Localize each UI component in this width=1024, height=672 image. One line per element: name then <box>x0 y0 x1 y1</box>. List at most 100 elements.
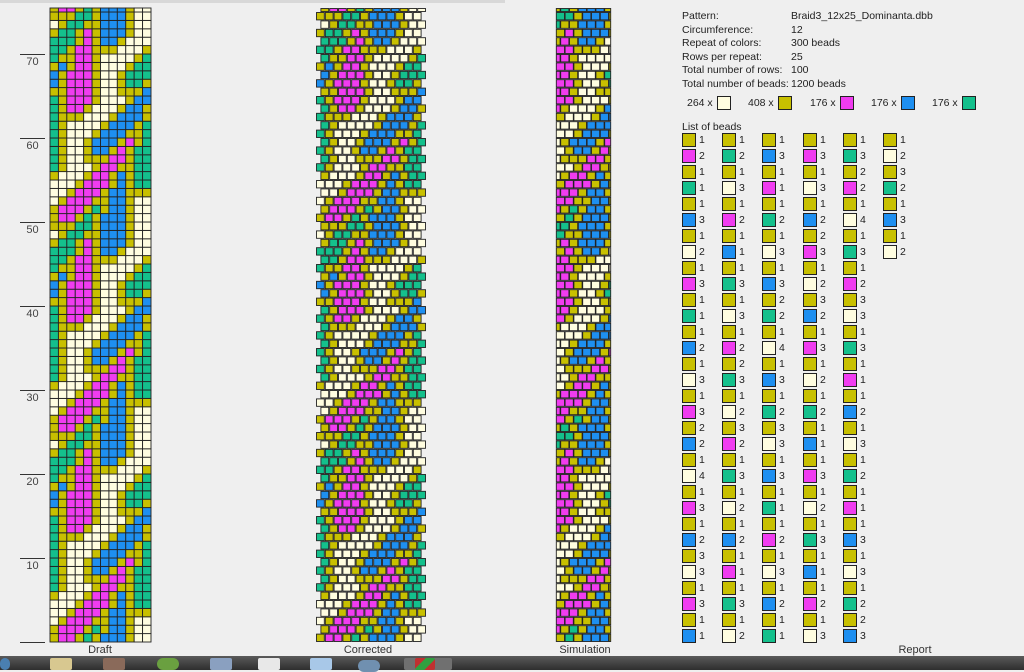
corrected-bead <box>320 87 330 96</box>
simulation-bead <box>608 499 612 508</box>
simulation-bead <box>555 331 565 340</box>
simulation-bead <box>595 289 605 298</box>
corrected-bead <box>395 364 404 374</box>
draft-bead <box>49 28 59 38</box>
draft-bead <box>142 381 152 391</box>
draft-bead <box>74 95 85 105</box>
draft-bead <box>108 557 118 567</box>
bead-count: 1 <box>779 390 785 402</box>
bead-swatch <box>762 501 776 515</box>
draft-bead <box>100 271 110 282</box>
simulation-bead <box>569 289 579 298</box>
corrected-bead <box>373 306 382 315</box>
corrected-bead <box>417 138 426 147</box>
bead-swatch <box>803 229 817 243</box>
simulation-bead <box>582 532 592 542</box>
corrected-bead <box>364 272 374 281</box>
bead-count: 3 <box>860 310 866 322</box>
bead-count: 1 <box>739 262 745 274</box>
draft-bead <box>91 238 101 248</box>
bead-list-item: 1 <box>722 261 745 275</box>
draft-bead <box>66 137 76 147</box>
corrected-bead <box>364 138 374 147</box>
simulation-bead <box>569 104 579 113</box>
simulation-bead <box>577 87 587 96</box>
drive-taskbar-icon[interactable] <box>310 658 332 670</box>
draft-bead <box>83 45 93 55</box>
draft-bead <box>91 439 101 450</box>
draft-bead <box>100 465 110 475</box>
corrected-bead <box>412 583 422 592</box>
corrected-bead <box>395 314 404 323</box>
simulation-bead <box>608 633 612 642</box>
start-button-icon[interactable] <box>0 658 10 670</box>
simulation-bead <box>599 297 609 306</box>
simulation-bead <box>595 625 605 634</box>
corrected-bead <box>373 507 382 516</box>
simulation-bead <box>564 146 574 155</box>
draft-bead <box>108 78 118 89</box>
corrected-bead <box>399 474 409 483</box>
corrected-bead <box>412 633 422 642</box>
app-taskbar-icon[interactable] <box>157 658 179 670</box>
corrected-bead <box>324 516 334 525</box>
corrected-bead <box>333 381 343 390</box>
corrected-bead <box>373 373 382 382</box>
corrected-bead <box>412 230 422 239</box>
document-taskbar-icon[interactable] <box>210 658 232 670</box>
corrected-bead <box>324 28 334 38</box>
draft-bead <box>83 103 93 114</box>
corrected-bead <box>408 70 418 80</box>
simulation-bead <box>586 574 596 584</box>
corrected-bead <box>333 12 343 21</box>
draft-bead <box>57 591 68 601</box>
simulation-bead <box>555 188 561 197</box>
corrected-bead <box>364 373 374 382</box>
simulation-bead <box>608 448 612 458</box>
draft-bead <box>142 574 152 584</box>
corrected-bead <box>333 600 343 609</box>
simulation-bead <box>586 255 596 264</box>
draft-bead <box>133 347 144 357</box>
draft-bead <box>49 372 59 383</box>
acrobat-taskbar-icon[interactable] <box>258 658 280 670</box>
corrected-bead <box>399 188 409 197</box>
draft-bead <box>83 19 93 30</box>
draft-bead <box>142 313 152 324</box>
corrected-bead <box>377 163 387 172</box>
draft-bead <box>49 204 59 215</box>
draft-bead <box>83 28 93 38</box>
simulation-bead <box>604 423 612 432</box>
simulation-bead <box>555 440 561 449</box>
corrected-bead <box>360 583 369 592</box>
corrected-bead <box>346 524 356 533</box>
bead-list-item: 1 <box>682 197 705 211</box>
bead-swatch <box>682 453 696 467</box>
bead-count: 1 <box>699 358 705 370</box>
corrected-bead <box>342 280 352 290</box>
corrected-bead <box>386 549 396 558</box>
bead-list-item: 1 <box>682 357 705 371</box>
draft-bead <box>57 187 68 198</box>
corrected-bead <box>377 213 387 222</box>
draft-bead <box>142 591 152 601</box>
draft-bead <box>108 221 118 231</box>
corrected-bead <box>320 591 330 600</box>
draft-bead <box>83 246 93 257</box>
clock-taskbar-icon[interactable] <box>358 660 380 672</box>
corrected-bead <box>395 213 404 222</box>
simulation-bead <box>577 524 587 533</box>
axis-tick-label: 20 <box>26 476 39 488</box>
draft-bead <box>57 154 68 164</box>
simulation-bead <box>560 524 570 533</box>
folder-taskbar-icon[interactable] <box>50 658 72 670</box>
photo-taskbar-icon[interactable] <box>103 658 125 670</box>
draft-bead <box>57 347 68 357</box>
corrected-bead <box>373 138 382 147</box>
simulation-bead <box>564 499 574 508</box>
bead-swatch <box>803 453 817 467</box>
corrected-bead <box>386 415 396 424</box>
list-of-beads-title: List of beads <box>682 121 742 133</box>
simulation-bead <box>599 28 609 38</box>
draft-bead <box>83 355 93 366</box>
